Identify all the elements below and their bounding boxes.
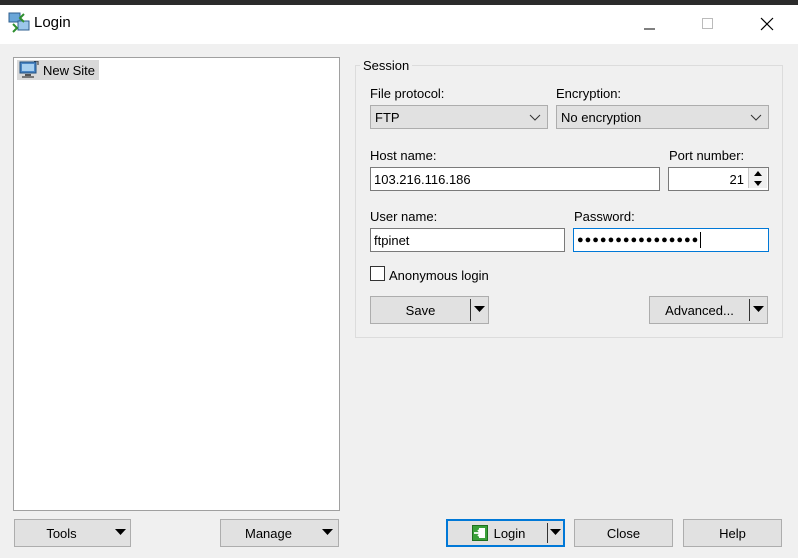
login-button-label: Login — [493, 525, 526, 541]
winscp-app-icon — [8, 11, 30, 33]
anonymous-login-label[interactable]: Anonymous login — [389, 268, 489, 283]
computer-icon — [19, 61, 39, 78]
login-button[interactable]: Login — [446, 519, 565, 547]
dropdown-arrow-icon[interactable] — [753, 306, 764, 313]
split-divider — [470, 299, 471, 321]
close-button[interactable]: Close — [574, 519, 673, 547]
minimize-button[interactable] — [627, 5, 673, 43]
split-divider — [749, 299, 750, 321]
window-title: Login — [34, 14, 71, 31]
manage-button-label: Manage — [245, 525, 292, 541]
port-number-label: Port number: — [669, 148, 745, 163]
text-caret — [700, 232, 702, 248]
tree-item-new-site[interactable]: New Site — [17, 60, 100, 80]
port-spinner[interactable] — [748, 168, 767, 188]
title-bar: Login — [0, 0, 798, 44]
user-name-input[interactable]: ftpinet — [370, 228, 565, 252]
maximize-icon — [702, 18, 713, 29]
maximize-button[interactable] — [685, 5, 731, 43]
close-window-button[interactable] — [744, 5, 790, 43]
user-name-value: ftpinet — [374, 232, 410, 248]
advanced-button[interactable]: Advanced... — [649, 296, 768, 324]
close-icon — [760, 17, 774, 31]
site-tree[interactable]: New Site — [13, 57, 340, 511]
encryption-select[interactable]: No encryption — [556, 105, 769, 129]
help-button[interactable]: Help — [683, 519, 782, 547]
file-protocol-value: FTP — [375, 109, 400, 125]
dropdown-arrow-icon[interactable] — [474, 306, 485, 313]
split-divider — [547, 523, 548, 543]
file-protocol-select[interactable]: FTP — [370, 105, 548, 129]
spin-up-icon — [754, 170, 762, 176]
password-input[interactable]: ●●●●●●●●●●●●●●●● — [573, 228, 769, 252]
spin-up-button[interactable] — [749, 168, 767, 178]
host-name-value: 103.216.116.186 — [374, 171, 471, 187]
save-button-label: Save — [405, 302, 436, 318]
port-number-value: 21 — [729, 171, 744, 187]
help-button-label: Help — [719, 525, 746, 541]
spin-down-icon — [754, 180, 762, 186]
dropdown-arrow-icon — [115, 529, 126, 535]
encryption-value: No encryption — [561, 109, 642, 125]
tools-button-label: Tools — [46, 525, 77, 541]
spin-down-button[interactable] — [749, 178, 767, 188]
minimize-icon — [644, 28, 655, 30]
user-name-label: User name: — [370, 209, 438, 224]
file-protocol-label: File protocol: — [370, 86, 445, 101]
tree-item-label: New Site — [43, 62, 96, 78]
tools-button[interactable]: Tools — [14, 519, 131, 547]
anonymous-login-checkbox[interactable] — [370, 266, 385, 281]
session-legend: Session — [360, 58, 413, 73]
password-label: Password: — [574, 209, 635, 224]
advanced-button-label: Advanced... — [665, 302, 734, 318]
manage-button[interactable]: Manage — [220, 519, 339, 547]
close-button-label: Close — [606, 525, 641, 541]
password-value: ●●●●●●●●●●●●●●●● — [577, 234, 700, 246]
dropdown-arrow-icon[interactable] — [550, 529, 561, 536]
chevron-down-icon — [750, 114, 762, 121]
host-name-input[interactable]: 103.216.116.186 — [370, 167, 660, 191]
login-icon — [471, 525, 488, 541]
host-name-label: Host name: — [370, 148, 437, 163]
encryption-label: Encryption: — [556, 86, 622, 101]
save-button[interactable]: Save — [370, 296, 489, 324]
dropdown-arrow-icon — [322, 529, 333, 535]
chevron-down-icon — [529, 114, 541, 121]
